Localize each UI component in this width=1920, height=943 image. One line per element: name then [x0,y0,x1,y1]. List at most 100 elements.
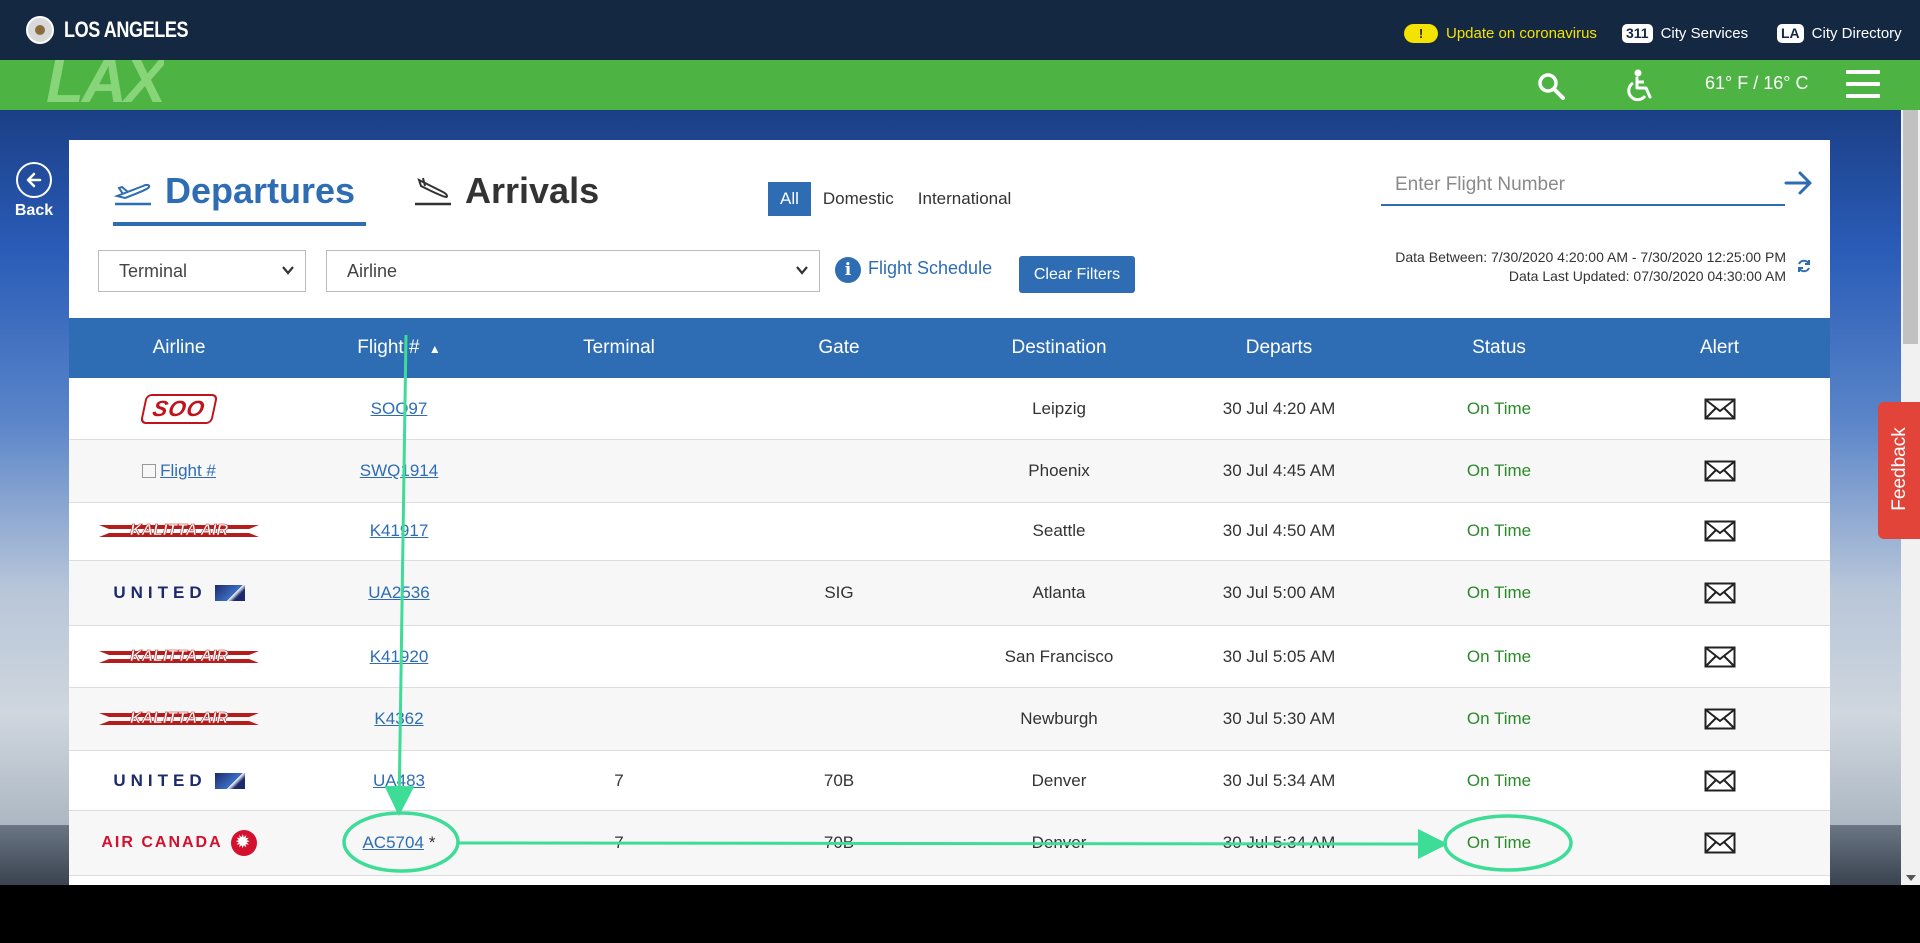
destination-cell: Seattle [1032,521,1086,540]
envelope-icon[interactable] [1704,398,1736,420]
envelope-icon[interactable] [1704,708,1736,730]
departs-cell: 30 Jul 5:34 AM [1222,833,1336,852]
airline-name: AIR CANADA [101,834,223,851]
envelope-icon[interactable] [1704,520,1736,542]
table-row: Flight # SWQ1914 Phoenix 30 Jul 4:45 AM … [69,440,1830,503]
filter-all[interactable]: All [768,182,811,216]
table-row: SOO SOO97 Leipzig 30 Jul 4:20 AM On Time [69,378,1830,440]
airline-name: Flight # [160,461,216,480]
data-updated-text: Data Last Updated: 07/30/2020 04:30:00 A… [1508,268,1786,284]
city-services-link[interactable]: 311 City Services [1622,24,1748,43]
airline-logo: SOO [69,378,289,439]
flight-number-link[interactable]: UA2536 [368,583,429,603]
airline-logo: KALITTA AIR [69,688,289,750]
destination-cell: Denver [1031,770,1087,790]
city-directory-link[interactable]: LA City Directory [1777,24,1902,43]
services-badge: 311 [1622,24,1653,43]
flight-number-link[interactable]: AC5704 [362,833,423,853]
table-row: KALITTA AIR K41917 Seattle 30 Jul 4:50 A… [69,502,1830,561]
data-between-text: Data Between: 7/30/2020 4:20:00 AM - 7/3… [1395,249,1786,265]
status-cell: On Time [1466,833,1532,852]
city-seal-icon[interactable] [26,16,54,44]
terminal-cell: 7 [614,833,624,852]
data-range-info: Data Between: 7/30/2020 4:20:00 AM - 7/3… [1395,248,1786,286]
airline-logo: KALITTA AIR [69,502,289,560]
envelope-icon[interactable] [1704,460,1736,482]
arrow-left-icon [16,162,52,198]
header-status[interactable]: Status [1389,318,1609,378]
flight-number-link[interactable]: UA483 [373,771,425,791]
envelope-icon[interactable] [1704,770,1736,792]
departs-cell: 30 Jul 5:05 AM [1222,646,1336,666]
filter-international[interactable]: International [906,182,1024,216]
tab-departures[interactable]: Departures [113,170,355,212]
table-row: UNITED UA483 7 70B Denver 30 Jul 5:34 AM… [69,751,1830,811]
flight-number-link[interactable]: K4362 [374,709,423,729]
back-button[interactable]: Back [14,162,54,220]
lax-logo[interactable]: LAX [46,60,164,110]
table-row: KALITTA AIR K4362 Newburgh 30 Jul 5:30 A… [69,688,1830,751]
header-flight[interactable]: Flight # ▲ [289,318,509,378]
gate-cell [729,378,949,439]
gate-cell: 70B [823,833,855,852]
terminal-select[interactable]: Terminal [98,250,306,292]
broken-image-icon[interactable]: Flight # [142,461,216,481]
terminal-cell [509,688,729,750]
covid-update-link[interactable]: ! Update on coronavirus [1404,24,1597,43]
united-globe-icon [214,772,245,789]
status-cell: On Time [1466,709,1532,728]
terminal-cell: 7 [614,770,624,790]
flight-number-link[interactable]: K41917 [370,521,429,541]
flights-panel: Departures Arrivals All Domestic Interna… [69,140,1830,885]
directory-label: City Directory [1811,25,1902,42]
header-terminal[interactable]: Terminal [509,318,729,378]
arrow-right-icon[interactable] [1782,168,1816,198]
flight-number-link[interactable]: K41920 [370,647,429,667]
clear-filters-button[interactable]: Clear Filters [1019,256,1135,293]
departs-cell: 30 Jul 5:30 AM [1222,709,1336,728]
flight-number-link[interactable]: SOO97 [371,399,428,419]
envelope-icon[interactable] [1704,832,1736,854]
accessibility-icon[interactable] [1624,68,1658,102]
city-name[interactable]: LOS ANGELES [64,17,189,43]
feedback-label: Feedback [1889,427,1910,511]
envelope-icon[interactable] [1704,646,1736,668]
gate-cell: 70B [823,770,855,790]
terminal-select-value: Terminal [119,260,188,281]
header-alert[interactable]: Alert [1609,318,1830,378]
search-icon[interactable] [1537,72,1565,100]
flight-schedule-link[interactable]: Flight Schedule [868,258,992,279]
united-globe-icon [214,585,245,601]
envelope-icon[interactable] [1704,582,1736,604]
info-icon[interactable]: i [835,257,861,283]
airline-select[interactable]: Airline [326,250,820,292]
feedback-tab[interactable]: Feedback [1878,402,1920,539]
status-cell: On Time [1466,770,1532,790]
services-label: City Services [1660,25,1749,42]
table-row: UNITED UA2536 SIG Atlanta 30 Jul 5:00 AM… [69,561,1830,626]
departs-cell: 30 Jul 5:34 AM [1222,770,1336,790]
scrollbar-thumb[interactable] [1903,110,1918,344]
header-airline[interactable]: Airline [69,318,289,378]
terminal-cell [509,502,729,560]
destination-cell: San Francisco [1004,646,1114,666]
table-row: KALITTA AIR K41920 San Francisco 30 Jul … [69,626,1830,688]
flight-number-input[interactable] [1381,166,1785,206]
airline-name: KALITTA AIR [130,710,229,727]
scroll-down-arrow-icon[interactable] [1906,875,1916,881]
status-cell: On Time [1466,583,1532,602]
airline-name: UNITED [113,770,207,790]
tab-arrivals[interactable]: Arrivals [413,170,599,212]
filter-domestic[interactable]: Domestic [811,182,906,216]
covid-update-label: Update on coronavirus [1446,25,1597,42]
flight-number-link[interactable]: SWQ1914 [360,461,438,481]
header-gate[interactable]: Gate [729,318,949,378]
header-departs[interactable]: Departs [1169,318,1389,378]
refresh-icon[interactable] [1796,258,1812,274]
back-label: Back [14,202,54,219]
menu-icon[interactable] [1846,70,1880,98]
temperature-readout: 61° F / 16° C [1705,73,1809,93]
flights-table-header: Airline Flight # ▲ Terminal Gate Destina… [69,318,1830,378]
header-destination[interactable]: Destination [949,318,1169,378]
alert-badge-icon: ! [1404,24,1438,43]
